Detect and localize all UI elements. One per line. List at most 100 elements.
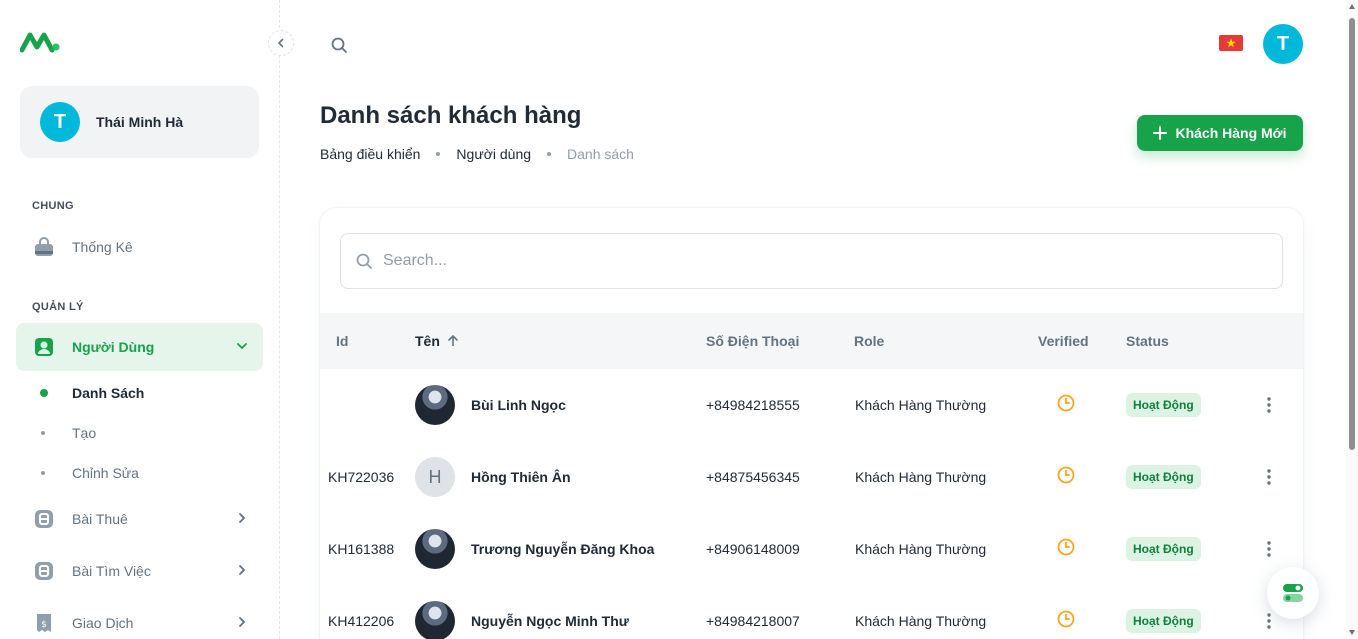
sidebar-item-dashboard[interactable]: Thống Kê: [16, 223, 263, 271]
customer-role: Khách Hàng Thường: [855, 469, 987, 485]
sidebar-subitem-label: Danh Sách: [72, 385, 145, 401]
customer-avatar: [415, 601, 455, 639]
sidebar-item-label: Bài Thuê: [72, 511, 128, 527]
sidebar-item-label: Bài Tìm Việc: [72, 563, 151, 579]
more-vertical-icon: [1267, 613, 1271, 629]
sidebar-item-job-posts[interactable]: Bài Tìm Việc: [16, 547, 263, 595]
customer-role: Khách Hàng Thường: [855, 541, 987, 557]
customer-phone: +84984218555: [706, 397, 800, 413]
more-vertical-icon: [1267, 397, 1271, 413]
user-card[interactable]: T Thái Minh Hà: [20, 86, 259, 158]
customer-name[interactable]: Bùi Linh Ngọc: [471, 397, 566, 413]
sidebar-item-label: Người Dùng: [72, 339, 155, 355]
toggle-settings-icon: [1283, 584, 1303, 602]
search-icon: [356, 253, 372, 269]
status-badge: Hoạt Động: [1126, 393, 1201, 417]
customer-id: KH412206: [328, 613, 395, 629]
customer-avatar: H: [415, 457, 455, 497]
customer-phone: +84984218007: [706, 613, 800, 629]
column-header-role[interactable]: Role: [854, 333, 884, 349]
sidebar-item-rental-posts[interactable]: Bài Thuê: [16, 495, 263, 543]
clock-pending-icon: [1057, 394, 1075, 412]
more-vertical-icon: [1267, 469, 1271, 485]
table-row[interactable]: KH161388 Trương Nguyễn Đăng Khoa +84906148…: [320, 513, 1303, 585]
sidebar-subitem-label: Chỉnh Sửa: [72, 465, 139, 481]
user-icon: [32, 335, 56, 359]
status-badge: Hoạt Động: [1126, 537, 1201, 561]
sidebar-subitem-edit[interactable]: Chỉnh Sửa: [16, 453, 263, 493]
row-actions-button[interactable]: [1257, 465, 1281, 489]
customer-table-card: Id Tên Số Điện Thoại Role Verified Statu…: [320, 208, 1303, 639]
breadcrumb-separator: [547, 152, 552, 156]
column-header-phone[interactable]: Số Điện Thoại: [706, 333, 799, 349]
search-field[interactable]: [340, 233, 1283, 289]
scrollbar-thumb[interactable]: [1349, 18, 1355, 450]
blog-icon: [32, 559, 56, 583]
customer-avatar: [415, 385, 455, 425]
search-icon: [331, 37, 347, 53]
sidebar-item-transactions[interactable]: $ Giao Dịch: [16, 599, 263, 639]
logo[interactable]: [19, 30, 60, 54]
clock-pending-icon: [1057, 466, 1075, 484]
section-title-general: CHUNG: [32, 200, 74, 212]
bullet-dot-icon: [41, 471, 45, 475]
sidebar-item-label: Giao Dịch: [72, 615, 134, 631]
search-input[interactable]: [383, 252, 1243, 270]
clock-pending-icon: [1057, 610, 1075, 628]
collapse-sidebar-button[interactable]: [268, 30, 294, 56]
settings-toggle-button[interactable]: [1267, 567, 1319, 619]
bullet-dot-icon: [41, 431, 45, 435]
status-badge: Hoạt Động: [1126, 465, 1201, 489]
breadcrumb: Bảng điều khiển Người dùng Danh sách: [320, 146, 634, 162]
customer-name[interactable]: Nguyễn Ngọc Minh Thư: [471, 613, 629, 629]
sidebar-item-users[interactable]: Người Dùng: [16, 323, 263, 371]
breadcrumb-link-users[interactable]: Người dùng: [456, 146, 531, 162]
customer-id: KH161388: [328, 541, 395, 557]
chevron-left-icon: [277, 38, 284, 48]
scroll-down-arrow-icon[interactable]: [1349, 630, 1355, 635]
table-header: Id Tên Số Điện Thoại Role Verified Statu…: [320, 313, 1303, 369]
customer-role: Khách Hàng Thường: [855, 397, 987, 413]
section-title-manage: QUẢN LÝ: [32, 301, 84, 313]
new-customer-label: Khách Hàng Mới: [1175, 125, 1287, 141]
sidebar-subitem-list[interactable]: Danh Sách: [16, 373, 263, 413]
scroll-up-arrow-icon[interactable]: [1349, 4, 1355, 9]
column-header-label: Tên: [415, 333, 440, 349]
page-scrollbar[interactable]: [1346, 0, 1358, 639]
customer-name[interactable]: Trương Nguyễn Đăng Khoa: [471, 541, 654, 557]
customer-role: Khách Hàng Thường: [855, 613, 987, 629]
svg-text:$: $: [41, 620, 47, 630]
column-header-name[interactable]: Tên: [415, 333, 460, 349]
blog-icon: [32, 507, 56, 531]
user-name: Thái Minh Hà: [96, 114, 184, 130]
bullet-dot-icon: [40, 389, 48, 397]
column-header-id[interactable]: Id: [336, 333, 348, 349]
table-row[interactable]: KH722036 H Hồng Thiên Ân +84875456345 Khách …: [320, 441, 1303, 513]
new-customer-button[interactable]: Khách Hàng Mới: [1137, 115, 1303, 151]
table-row[interactable]: Bùi Linh Ngọc +84984218555 Khách Hàng Thườ…: [320, 369, 1303, 441]
breadcrumb-separator: [436, 152, 441, 156]
column-header-status[interactable]: Status: [1126, 333, 1169, 349]
sidebar: T Thái Minh Hà CHUNG Thống Kê QUẢN LÝ Ng…: [0, 0, 280, 639]
vietnam-flag-icon[interactable]: [1219, 35, 1243, 51]
customer-id: KH722036: [328, 469, 395, 485]
chevron-right-icon: [235, 615, 249, 632]
sidebar-subitem-label: Tạo: [72, 425, 97, 441]
column-header-verified[interactable]: Verified: [1038, 333, 1089, 349]
avatar: T: [40, 102, 80, 142]
row-actions-button[interactable]: [1257, 537, 1281, 561]
breadcrumb-link-dashboard[interactable]: Bảng điều khiển: [320, 146, 420, 162]
account-avatar[interactable]: T: [1263, 24, 1303, 64]
table-row[interactable]: KH412206 Nguyễn Ngọc Minh Thư +84984218007…: [320, 585, 1303, 639]
more-vertical-icon: [1267, 541, 1271, 557]
invoice-icon: $: [32, 611, 56, 635]
customer-avatar: [415, 529, 455, 569]
chevron-down-icon: [235, 339, 249, 356]
sidebar-subitem-create[interactable]: Tạo: [16, 413, 263, 453]
customer-phone: +84906148009: [706, 541, 800, 557]
page-title: Danh sách khách hàng: [320, 102, 582, 129]
customer-name[interactable]: Hồng Thiên Ân: [471, 469, 571, 485]
clock-pending-icon: [1057, 538, 1075, 556]
header-search-button[interactable]: [326, 32, 352, 58]
row-actions-button[interactable]: [1257, 393, 1281, 417]
